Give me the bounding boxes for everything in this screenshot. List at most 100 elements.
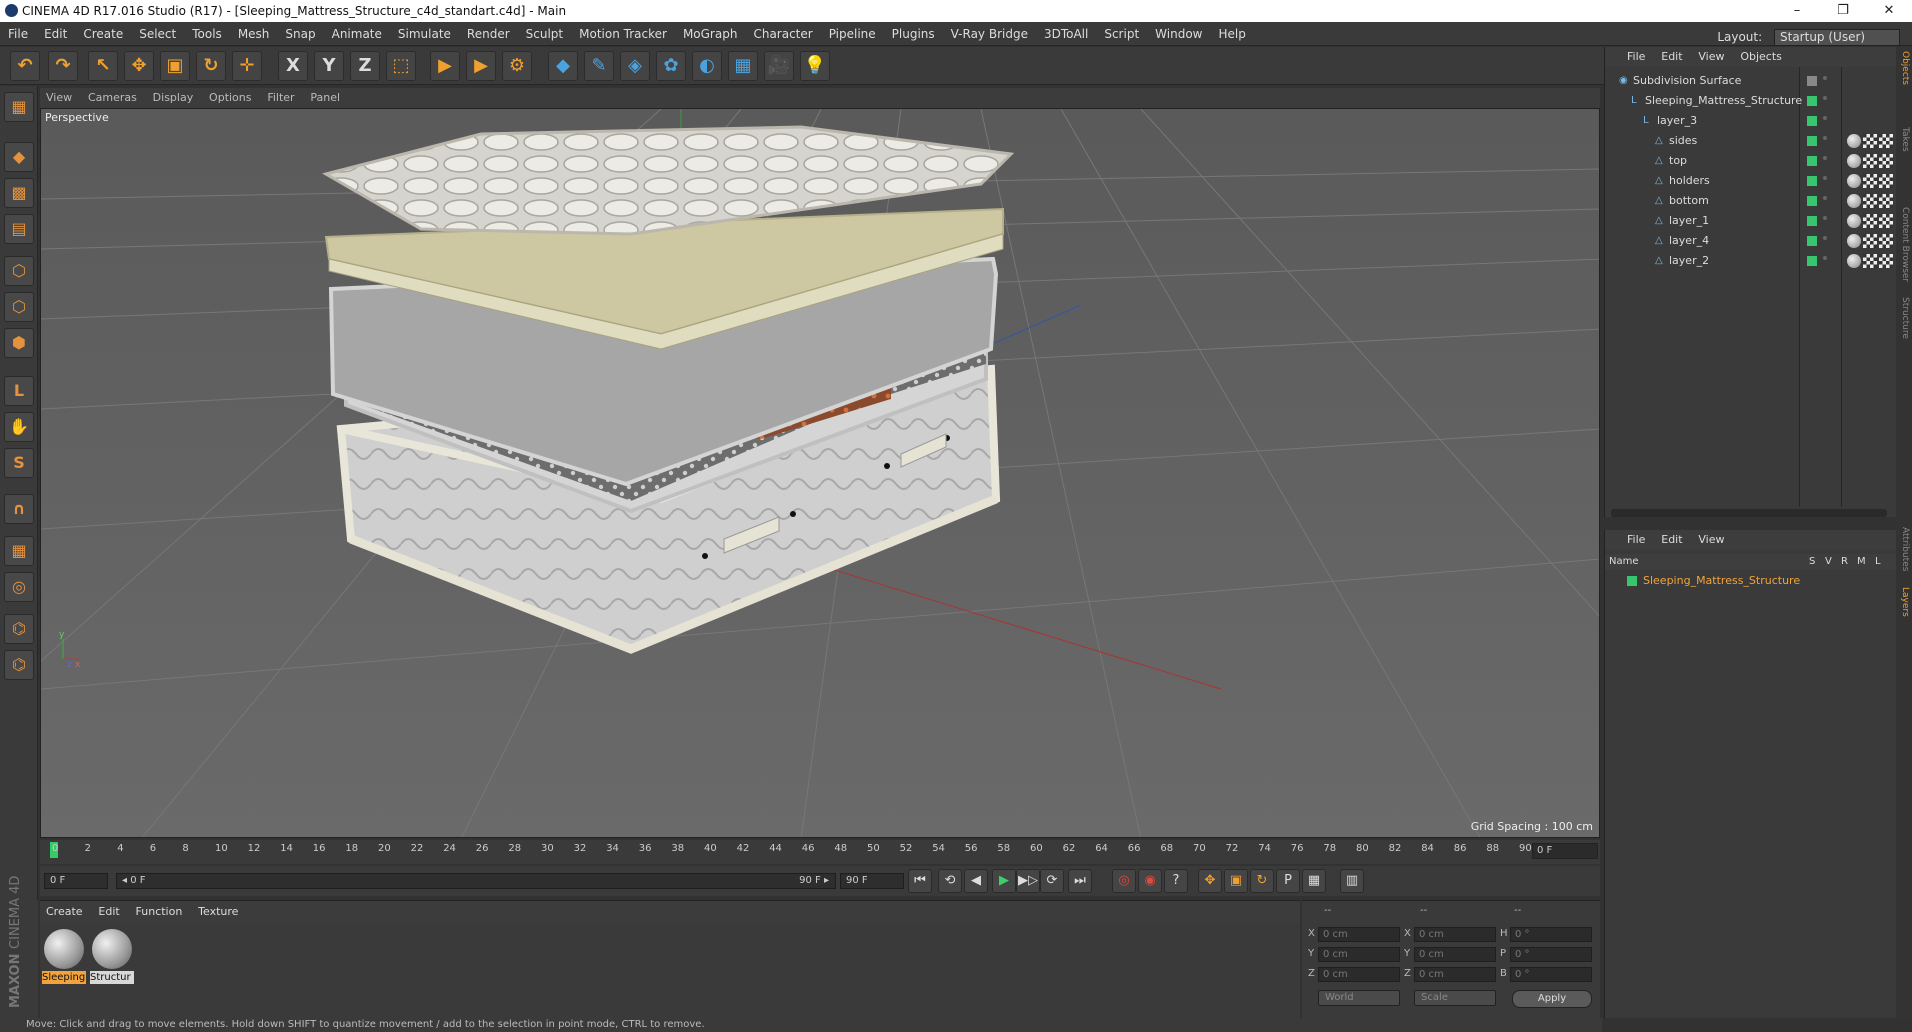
visibility-dot[interactable] — [1823, 136, 1827, 140]
floor-button[interactable]: ▦ — [728, 51, 758, 81]
render-picture-viewer-button[interactable]: ▶ — [466, 51, 496, 81]
autokeying-button[interactable]: ◉ — [1138, 869, 1162, 893]
menu-mesh[interactable]: Mesh — [230, 22, 278, 46]
python-2-button[interactable]: ⌬ — [4, 650, 34, 680]
make-editable-button[interactable]: ▦ — [4, 92, 34, 122]
layer-color-swatch[interactable] — [1807, 156, 1817, 166]
recent-tool-button[interactable]: ✛ — [232, 51, 262, 81]
light-button[interactable]: 💡 — [800, 51, 830, 81]
layout-selector[interactable]: Layout: Startup (User) — [1709, 25, 1900, 49]
menu-character[interactable]: Character — [745, 22, 820, 46]
size-mode-dropdown[interactable]: Scale — [1414, 990, 1496, 1006]
pen-button[interactable]: ✎ — [584, 51, 614, 81]
material-tag-icon[interactable] — [1847, 134, 1861, 148]
live-selection-button[interactable]: ↖ — [88, 51, 118, 81]
visibility-dot[interactable] — [1823, 216, 1827, 220]
material-tag-icon[interactable] — [1847, 154, 1861, 168]
play-backwards-button[interactable]: ◀ — [964, 869, 988, 893]
visibility-dot[interactable] — [1823, 196, 1827, 200]
rotation-key-button[interactable]: ↻ — [1250, 869, 1274, 893]
deformer-button[interactable]: ◐ — [692, 51, 722, 81]
texture-tag-icon[interactable] — [1863, 234, 1877, 248]
menu-sculpt[interactable]: Sculpt — [518, 22, 571, 46]
menu-motion-tracker[interactable]: Motion Tracker — [571, 22, 675, 46]
side-tab-takes[interactable]: Takes — [1898, 127, 1910, 152]
solo-button[interactable]: ◎ — [4, 572, 34, 602]
position-key-button[interactable]: ✥ — [1198, 869, 1222, 893]
menu-edit[interactable]: Edit — [36, 22, 75, 46]
visibility-dot[interactable] — [1823, 236, 1827, 240]
material-menu-texture[interactable]: Texture — [192, 901, 244, 923]
y-axis-button[interactable]: Y — [314, 51, 344, 81]
visibility-dot[interactable] — [1823, 256, 1827, 260]
object-menu-view[interactable]: View — [1692, 47, 1730, 67]
workplane-button[interactable]: ▤ — [4, 214, 34, 244]
texture-tag-icon[interactable] — [1879, 234, 1893, 248]
texture-tag-icon[interactable] — [1863, 194, 1877, 208]
menu-mograph[interactable]: MoGraph — [675, 22, 746, 46]
object-menu-objects[interactable]: Objects — [1734, 47, 1788, 67]
workplane-lock-button[interactable]: ▦ — [4, 536, 34, 566]
go-to-start-button[interactable]: ⏮ — [908, 869, 932, 893]
material-menu-edit[interactable]: Edit — [92, 901, 125, 923]
side-tab-structure[interactable]: Structure — [1898, 297, 1910, 339]
end-frame-field[interactable]: 90 F — [840, 873, 904, 889]
menu-window[interactable]: Window — [1147, 22, 1210, 46]
keyframe-selection-button[interactable]: ? — [1164, 869, 1188, 893]
material-menu-create[interactable]: Create — [40, 901, 89, 923]
side-tab-layers[interactable]: Layers — [1898, 587, 1910, 617]
size-field[interactable]: 0 cm — [1414, 927, 1496, 942]
visibility-dot[interactable] — [1823, 96, 1827, 100]
redo-button[interactable]: ↷ — [48, 51, 78, 81]
material-structure[interactable]: Structur — [90, 927, 134, 985]
texture-tag-icon[interactable] — [1879, 174, 1893, 188]
x-axis-button[interactable]: X — [278, 51, 308, 81]
restore-button[interactable]: ❐ — [1820, 0, 1866, 22]
current-frame-field[interactable]: 0 F — [1532, 843, 1598, 859]
side-tab-objects[interactable]: Objects — [1898, 51, 1910, 85]
viewport-menu-cameras[interactable]: Cameras — [82, 88, 143, 108]
menu-select[interactable]: Select — [131, 22, 184, 46]
coordinate-system-button[interactable]: ⬚ — [386, 51, 416, 81]
point-level-key-button[interactable]: ▦ — [1302, 869, 1326, 893]
texture-tag-icon[interactable] — [1863, 214, 1877, 228]
layer-color-swatch[interactable] — [1807, 96, 1817, 106]
side-tab-attributes[interactable]: Attributes — [1898, 527, 1910, 571]
menu-v-ray-bridge[interactable]: V-Ray Bridge — [943, 22, 1036, 46]
go-to-end-button[interactable]: ⏭ — [1068, 869, 1092, 893]
apply-button[interactable]: Apply — [1512, 990, 1592, 1008]
texture-tag-icon[interactable] — [1863, 254, 1877, 268]
layout-dropdown[interactable]: Startup (User) — [1774, 29, 1900, 46]
model-mode-button[interactable]: ◆ — [4, 142, 34, 172]
object-row[interactable]: △ holders — [1605, 171, 1897, 191]
scale-key-button[interactable]: ▣ — [1224, 869, 1248, 893]
points-mode-button[interactable]: ⬡ — [4, 256, 34, 286]
texture-tag-icon[interactable] — [1879, 134, 1893, 148]
menu-tools[interactable]: Tools — [184, 22, 230, 46]
snap-button[interactable]: S — [4, 448, 34, 478]
texture-tag-icon[interactable] — [1863, 134, 1877, 148]
menu-create[interactable]: Create — [75, 22, 131, 46]
material-tag-icon[interactable] — [1847, 194, 1861, 208]
menu-render[interactable]: Render — [459, 22, 518, 46]
object-menu-edit[interactable]: Edit — [1655, 47, 1688, 67]
layer-color-swatch[interactable] — [1807, 176, 1817, 186]
menu-snap[interactable]: Snap — [277, 22, 323, 46]
polygons-mode-button[interactable]: ⬢ — [4, 328, 34, 358]
layer-color-swatch[interactable] — [1807, 76, 1817, 86]
subdivision-button[interactable]: ◈ — [620, 51, 650, 81]
size-field[interactable]: 0 cm — [1414, 947, 1496, 962]
layer-color-swatch[interactable] — [1807, 196, 1817, 206]
object-row[interactable]: △ layer_4 — [1605, 231, 1897, 251]
coord-mode-dropdown[interactable]: World — [1318, 990, 1400, 1006]
material-sleeping[interactable]: Sleeping — [42, 927, 86, 985]
go-to-next-frame-button[interactable]: ▶▷ — [1016, 869, 1040, 893]
go-to-previous-key-button[interactable]: ⟲ — [938, 869, 962, 893]
parameter-key-button[interactable]: P — [1276, 869, 1300, 893]
rotation-field[interactable]: 0 ° — [1510, 947, 1592, 962]
object-row[interactable]: Llayer_3 — [1605, 111, 1897, 131]
scale-button[interactable]: ▣ — [160, 51, 190, 81]
play-forwards-button[interactable]: ▶ — [992, 869, 1016, 893]
layer-color-swatch[interactable] — [1807, 216, 1817, 226]
magnet-button[interactable]: ∩ — [4, 494, 34, 524]
